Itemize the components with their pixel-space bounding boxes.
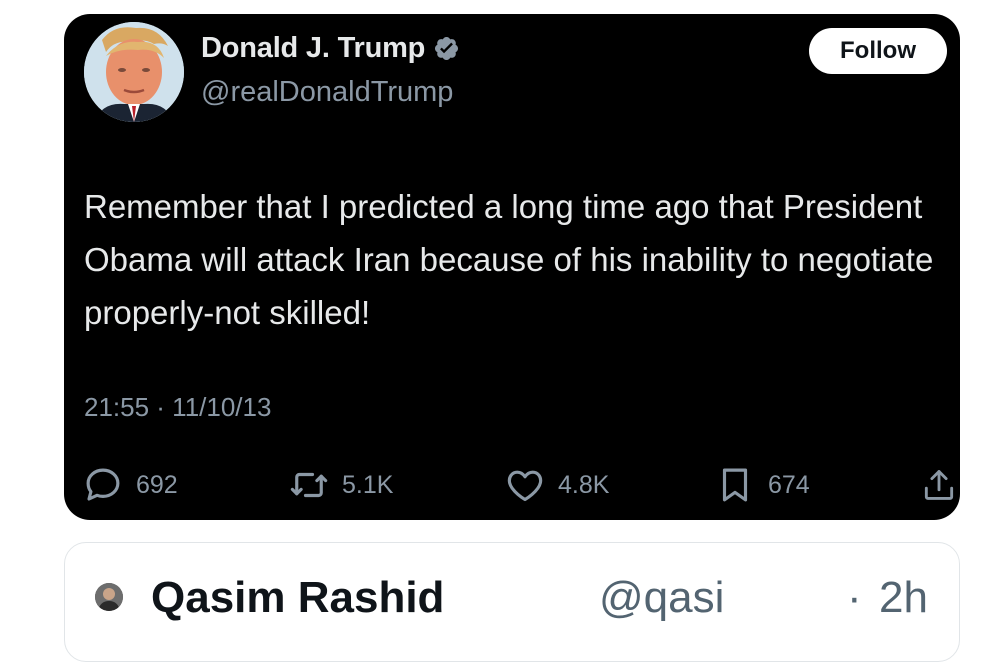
like-button[interactable]: 4.8K	[504, 464, 609, 506]
reply-count: 692	[136, 470, 178, 499]
author-handle[interactable]: @realDonaldTrump	[201, 76, 453, 109]
follow-button[interactable]: Follow	[809, 28, 947, 74]
share-button[interactable]	[920, 464, 958, 506]
next-post-display-name[interactable]: Qasim Rashid	[151, 573, 444, 623]
tweet-card[interactable]: Donald J. Trump @realDonaldTrump Follow …	[64, 14, 960, 520]
author-display-name[interactable]: Donald J. Trump	[201, 32, 425, 65]
tweet-timestamp[interactable]: 21:55 · 11/10/13	[84, 392, 271, 423]
author-avatar[interactable]	[84, 22, 184, 122]
next-post-card[interactable]: Qasim Rashid @qasi · 2h	[64, 542, 960, 662]
reply-button[interactable]: 692	[82, 464, 178, 506]
tweet-actions-bar: 692 5.1K 4.8K 674	[64, 464, 960, 508]
repost-button[interactable]: 5.1K	[288, 464, 393, 506]
repost-count: 5.1K	[342, 470, 394, 499]
next-post-time[interactable]: 2h	[879, 573, 928, 623]
verified-badge-icon	[433, 35, 460, 62]
heart-icon	[504, 464, 546, 506]
share-icon	[920, 464, 958, 506]
bookmark-count: 674	[768, 470, 810, 499]
like-count: 4.8K	[558, 470, 610, 499]
avatar-image	[84, 22, 184, 122]
repost-icon	[288, 464, 330, 506]
next-post-avatar[interactable]	[95, 583, 123, 611]
bookmark-button[interactable]: 674	[714, 464, 810, 506]
next-post-separator: ·	[847, 573, 862, 622]
next-post-handle[interactable]: @qasi	[599, 573, 724, 623]
author-name-row: Donald J. Trump	[201, 32, 460, 65]
bookmark-icon	[714, 464, 756, 506]
reply-icon	[82, 464, 124, 506]
tweet-text: Remember that I predicted a long time ag…	[84, 188, 934, 331]
